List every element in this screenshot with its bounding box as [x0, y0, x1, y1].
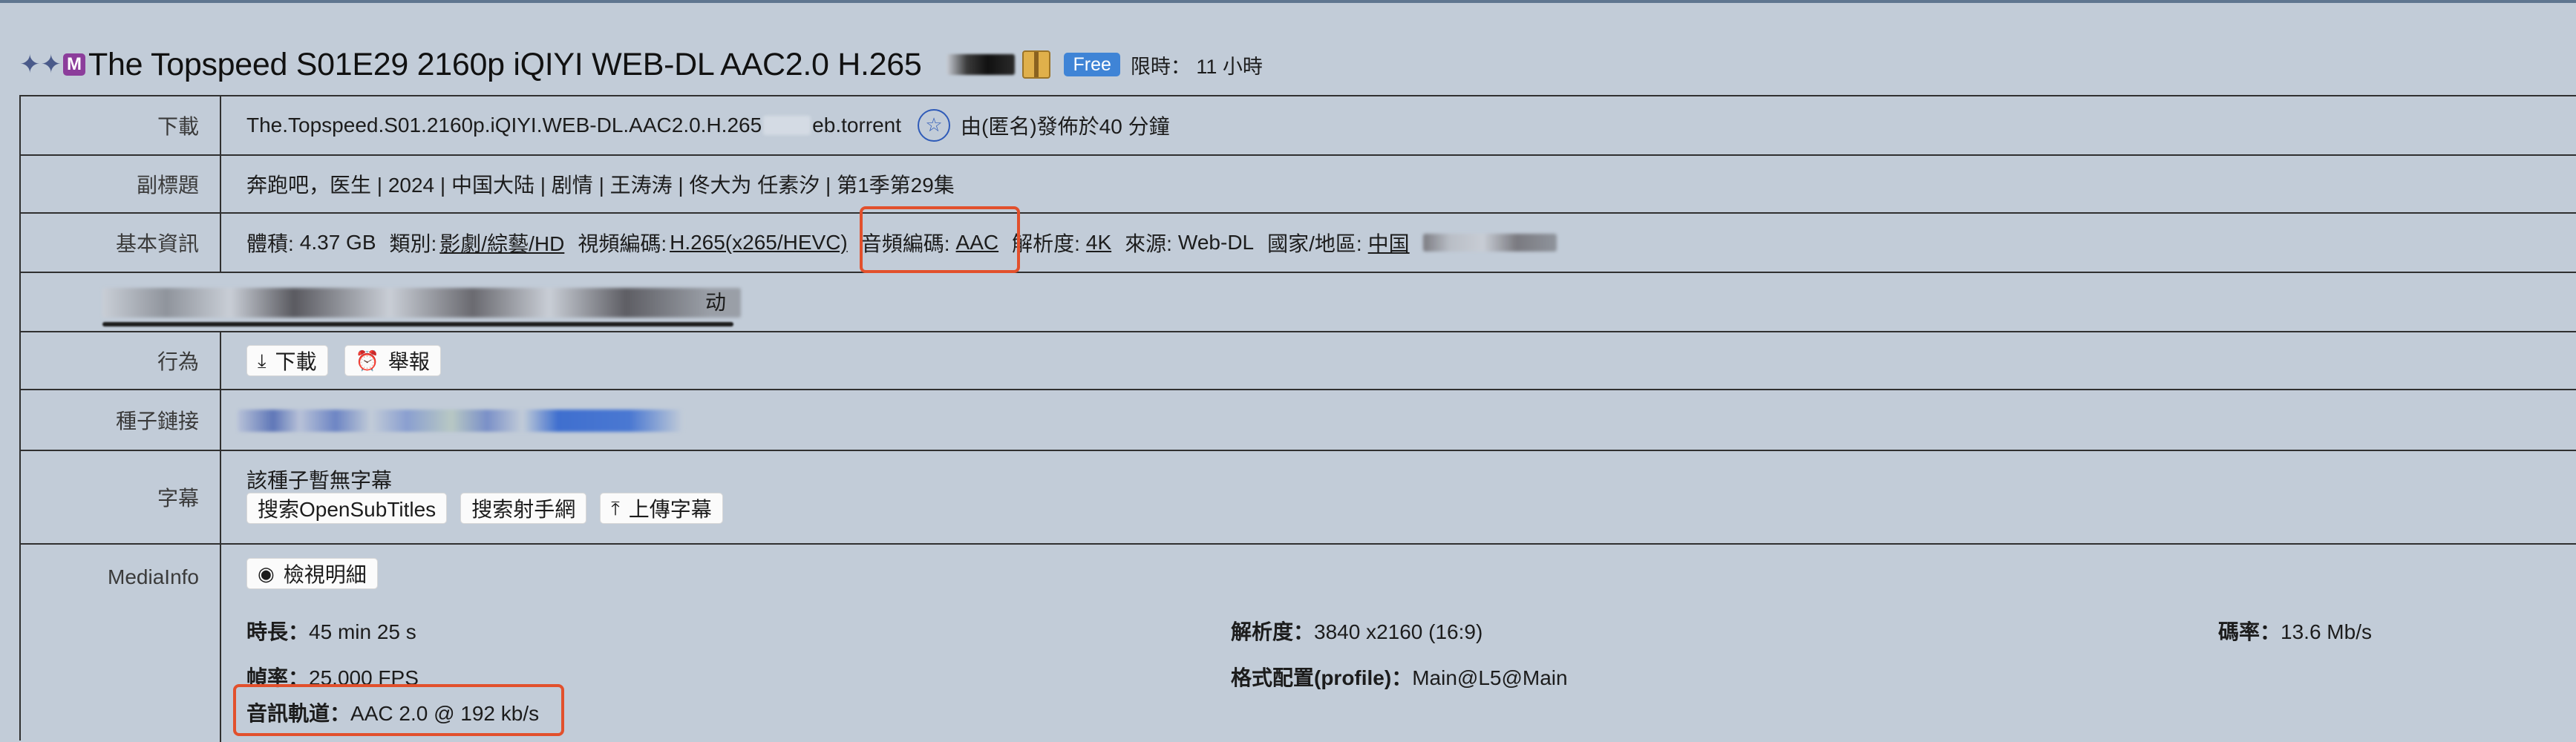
highlight-audio-track [233, 684, 564, 736]
redacted-content [102, 288, 741, 318]
label-mediainfo: MediaInfo [21, 545, 221, 742]
redacted-filename [763, 116, 811, 135]
alarm-icon: ⏰ [355, 349, 379, 372]
torrent-file-link[interactable]: The.Topspeed.S01.2160p.iQIYI.WEB-DL.AAC2… [246, 114, 762, 137]
mi-resolution-label: 解析度： [1231, 620, 1315, 643]
size-label: 體積: [246, 232, 294, 255]
row-actions: 行為 ⤓ 下載 ⏰ 舉報 [21, 331, 2576, 390]
details-table: 下載 The.Topspeed.S01.2160p.iQIYI.WEB-DL.A… [19, 95, 2576, 742]
category-label: 類別: [389, 232, 437, 255]
row-subtitle: 副標題 奔跑吧，医生 | 2024 | 中国大陆 | 剧情 | 王涛涛 | 佟大… [21, 156, 2576, 214]
label-download: 下載 [21, 96, 221, 154]
mi-bitrate-value: 13.6 Mb/s [2281, 620, 2372, 643]
region-link[interactable]: 中国 [1368, 228, 1410, 257]
label-magnet: 種子鏈接 [21, 390, 221, 450]
redacted-magnet-link[interactable] [238, 410, 683, 432]
size-value: 4.37 GB [299, 231, 376, 254]
mediainfo-view: ◉ 檢視明細 [246, 558, 394, 589]
free-badge: Free [1064, 53, 1120, 76]
search-shooter-button[interactable]: 搜索射手網 [460, 493, 587, 524]
subtitle-text: 奔跑吧，医生 | 2024 | 中国大陆 | 剧情 | 王涛涛 | 佟大为 任素… [246, 174, 955, 197]
eye-icon: ◉ [258, 562, 275, 585]
mi-duration: 時長：45 min 25 s [246, 616, 416, 646]
m-badge-icon: M [62, 53, 85, 76]
view-details-button[interactable]: ◉ 檢視明細 [246, 558, 378, 589]
sparkle-icon: ✦✦ [19, 50, 62, 79]
video-codec-link[interactable]: H.265(x265/HEVC) [670, 231, 848, 255]
free-time-limit: 限時： 11 小時 [1130, 55, 1263, 78]
source-value: Web-DL [1177, 231, 1255, 254]
redacted-underline [102, 322, 733, 326]
mi-profile-value: Main@L5@Main [1412, 666, 1568, 689]
label-actions: 行為 [21, 332, 221, 389]
mi-duration-label: 時長： [246, 620, 310, 643]
publish-info: 由(匿名)發佈於40 分鐘 [961, 115, 1170, 138]
top-accent-line [0, 0, 2576, 3]
source-label: 來源: [1125, 232, 1172, 255]
resolution-link[interactable]: 4K [1086, 231, 1111, 255]
report-button-label: 舉報 [388, 350, 430, 373]
redacted-title-part [947, 54, 1016, 75]
row-download: 下載 The.Topspeed.S01.2160p.iQIYI.WEB-DL.A… [21, 96, 2576, 156]
redacted-info [1422, 234, 1557, 252]
redacted-row-tail: 动 [705, 291, 727, 314]
row-basic-info: 基本資訊 體積: 4.37 GB 類別: 影劇/綜藝/HD 視頻編碼: H.26… [21, 214, 2576, 273]
upload-subtitle-label: 上傳字幕 [628, 498, 712, 521]
no-subtitles-text: 該種子暫無字幕 [246, 469, 393, 492]
mi-duration-value: 45 min 25 s [309, 620, 416, 643]
subtitle-actions: 搜索OpenSubTitles 搜索射手網 ⤒ 上傳字幕 [246, 493, 739, 524]
torrent-title-row: ✦✦ M The Topspeed S01E29 2160p iQIYI WEB… [19, 39, 1263, 91]
torrent-file-suffix[interactable]: eb.torrent [812, 114, 901, 137]
label-basic-info: 基本資訊 [21, 214, 221, 272]
upload-icon: ⤒ [611, 497, 620, 519]
download-button-label: 下載 [275, 350, 317, 373]
label-subtitle: 副標題 [21, 156, 221, 212]
video-codec-label: 視頻編碼: [578, 232, 667, 255]
highlight-audio-codec [860, 206, 1020, 273]
upload-subtitle-button[interactable]: ⤒ 上傳字幕 [600, 493, 723, 524]
package-icon [1022, 50, 1051, 79]
mi-resolution-value: 3840 x2160 (16:9) [1314, 620, 1483, 643]
mi-profile: 格式配置(profile)：Main@L5@Main [1231, 662, 1568, 692]
search-opensubtitles-button[interactable]: 搜索OpenSubTitles [246, 493, 448, 524]
category-link[interactable]: 影劇/綜藝/HD [439, 228, 564, 257]
mi-resolution: 解析度：3840 x2160 (16:9) [1231, 616, 1482, 646]
download-icon: ⤓ [258, 349, 267, 372]
row-subtitles: 字幕 該種子暫無字幕 搜索OpenSubTitles 搜索射手網 ⤒ 上傳字幕 [21, 451, 2576, 545]
region-label: 國家/地區: [1267, 232, 1362, 255]
label-subtitles: 字幕 [21, 451, 221, 543]
mi-bitrate: 碼率：13.6 Mb/s [2218, 616, 2372, 646]
mi-bitrate-label: 碼率： [2218, 620, 2281, 643]
resolution-label: 解析度: [1012, 232, 1080, 255]
bookmark-star-icon[interactable]: ☆ [918, 109, 951, 142]
torrent-title: The Topspeed S01E29 2160p iQIYI WEB-DL A… [88, 46, 922, 82]
view-details-label: 檢視明細 [283, 563, 367, 586]
report-button[interactable]: ⏰ 舉報 [344, 345, 441, 376]
row-magnet: 種子鏈接 [21, 390, 2576, 451]
row-redacted: 动 [21, 273, 2576, 331]
title-icons: ✦✦ M [19, 52, 85, 77]
mi-profile-label: 格式配置(profile)： [1231, 666, 1413, 689]
download-button[interactable]: ⤓ 下載 [246, 345, 328, 376]
